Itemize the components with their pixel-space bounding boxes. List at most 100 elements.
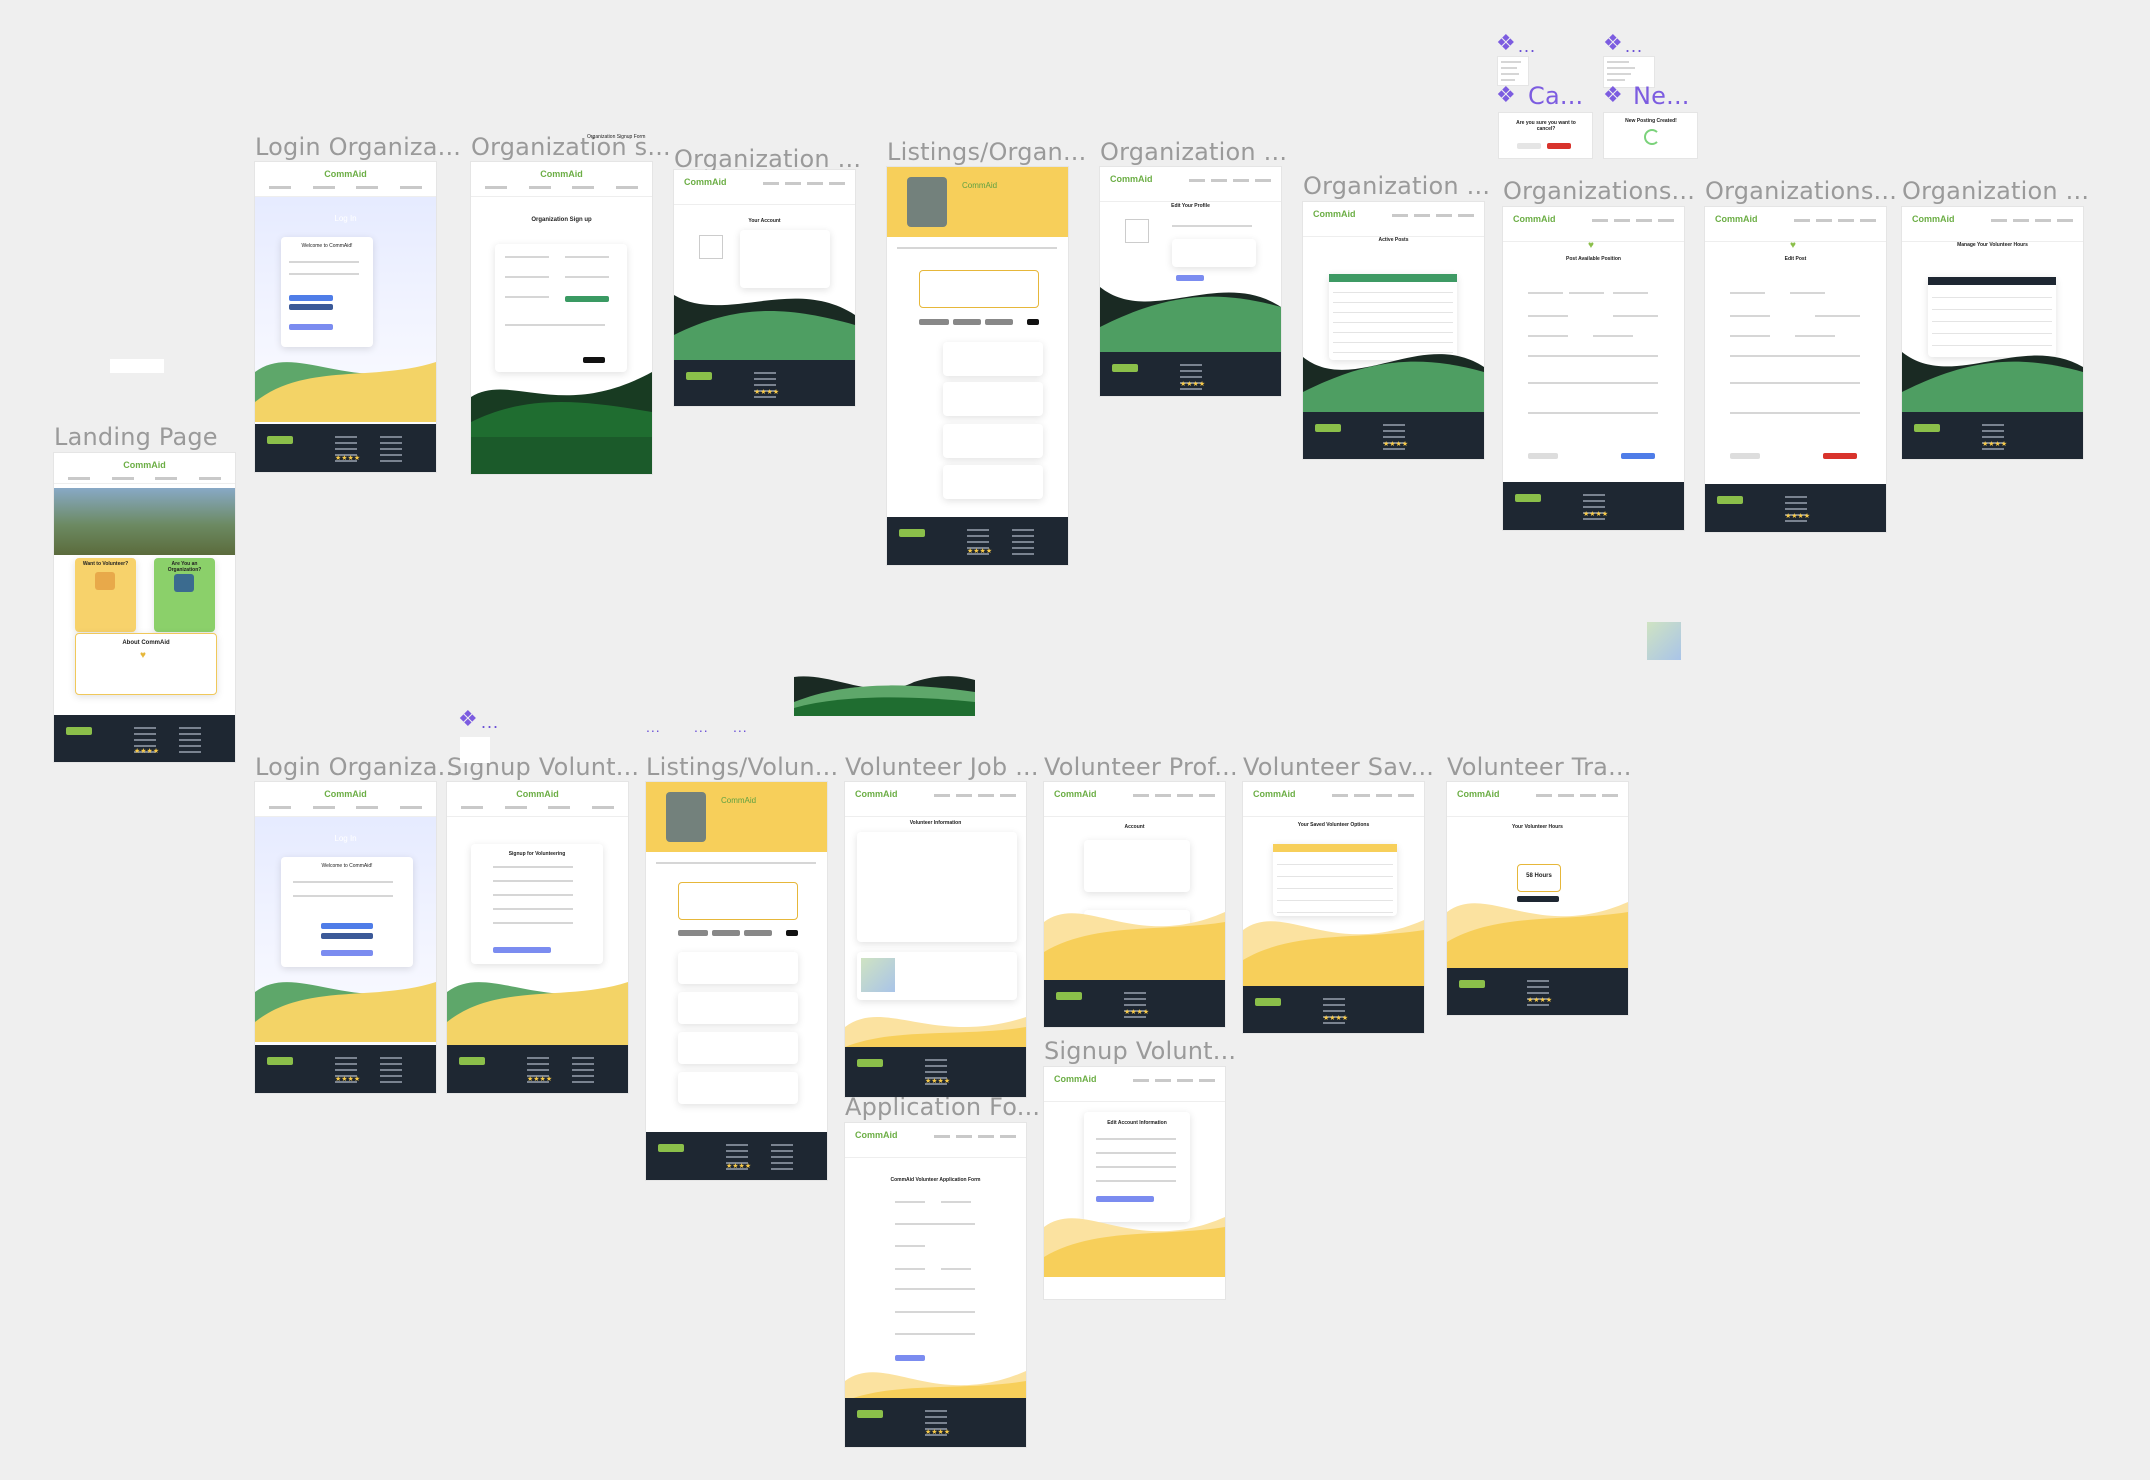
contact-card — [857, 952, 1017, 1000]
tracker-heading: Your Volunteer Hours — [1512, 824, 1563, 830]
frame-vol-profile[interactable]: CommAid Account ★★★★ — [1044, 782, 1225, 1027]
organization-card[interactable]: Are You an Organization? — [154, 558, 215, 632]
facebook-login-button[interactable] — [321, 933, 373, 939]
component-dots: ... — [481, 712, 500, 732]
about-card: About CommAid ♥ — [75, 633, 217, 695]
wave-bg — [674, 295, 855, 360]
delete-button[interactable] — [1823, 453, 1857, 459]
component-variant-list[interactable] — [460, 737, 490, 763]
post-button[interactable] — [1621, 453, 1655, 459]
component-variant-list[interactable] — [1498, 57, 1528, 85]
listing-item[interactable] — [678, 992, 798, 1024]
component-icon: ❖ — [1603, 82, 1623, 107]
wave-bg — [1447, 902, 1628, 970]
site-footer: ★★★★ — [1044, 980, 1225, 1027]
hero-photo — [54, 488, 235, 555]
facebook-login-button[interactable] — [289, 304, 333, 310]
wave-bg — [1243, 920, 1424, 990]
site-footer: ★★★★ — [845, 1398, 1026, 1447]
frame-landing[interactable]: CommAid Want to Volunteer? Are You an Or… — [54, 453, 235, 762]
volunteer-card[interactable]: Want to Volunteer? — [75, 558, 136, 632]
account-card — [740, 230, 830, 288]
frame-login-org-2[interactable]: CommAid Log In Welcome to CommAid! ★★★★ — [255, 782, 436, 1093]
listing-item[interactable] — [943, 382, 1043, 416]
frame-signup-vol[interactable]: CommAid Signup for Volunteering ★★★★ — [447, 782, 628, 1093]
component-title-cancel: Ca... — [1528, 82, 1584, 110]
frame-org-active-posts[interactable]: CommAid Active Posts ★★★★ — [1303, 202, 1484, 459]
cancel-button[interactable] — [1528, 453, 1558, 459]
frame-vol-job[interactable]: CommAid Volunteer Information ★★★★ — [845, 782, 1026, 1097]
frame-listings-org[interactable]: CommAid ★★★★ — [887, 167, 1068, 565]
volunteer-illustration — [95, 572, 115, 590]
signup-button[interactable] — [493, 947, 551, 953]
login-button[interactable] — [321, 950, 373, 956]
job-card — [857, 832, 1017, 942]
site-footer: ★★★★ — [54, 715, 235, 762]
frame-title-login-org: Login Organiza... — [255, 133, 462, 161]
map-thumbnail — [861, 958, 895, 992]
listings-banner: CommAid — [646, 782, 827, 852]
active-posts-heading: Active Posts — [1378, 237, 1409, 243]
google-login-button[interactable] — [321, 923, 373, 929]
org-signup-heading: Organization Sign up — [531, 217, 592, 223]
component-dots: ... — [646, 719, 661, 735]
listing-item[interactable] — [678, 1072, 798, 1104]
signup-card[interactable]: Signup for Volunteering — [471, 844, 603, 964]
frame-listings-vol[interactable]: CommAid ★★★★ — [646, 782, 827, 1180]
listing-item[interactable] — [678, 1032, 798, 1064]
frame-signup-vol-2[interactable]: CommAid Edit Account Information — [1044, 1067, 1225, 1299]
site-footer: ★★★★ — [1100, 352, 1281, 396]
cancel-dialog[interactable]: Are you sure you want to cancel? — [1499, 113, 1592, 158]
listing-item[interactable] — [943, 465, 1043, 499]
commaid-logo: CommAid — [324, 789, 367, 799]
star-icons: ★★★★ — [134, 748, 160, 755]
listing-item[interactable] — [943, 342, 1043, 376]
login-card[interactable]: Welcome to CommAid! — [281, 857, 413, 967]
post-position-heading: Post Available Position — [1566, 256, 1621, 262]
frame-title-org-manage-hours: Organization ... — [1902, 177, 2090, 205]
site-footer: ★★★★ — [1243, 986, 1424, 1033]
commaid-logo: CommAid — [540, 169, 583, 179]
frame-application[interactable]: CommAid CommAid Volunteer Application Fo… — [845, 1123, 1026, 1447]
commaid-logo: CommAid — [962, 181, 998, 190]
frame-org-signup[interactable]: CommAid Organization Sign up — [471, 162, 652, 474]
site-footer: ★★★★ — [255, 1045, 436, 1093]
login-welcome: Welcome to CommAid! — [321, 863, 373, 869]
site-footer: ★★★★ — [447, 1045, 628, 1093]
org-signup-card[interactable] — [495, 244, 627, 372]
commaid-logo: CommAid — [1253, 789, 1296, 799]
frame-vol-tracker[interactable]: CommAid Your Volunteer Hours 58 Hours ★★… — [1447, 782, 1628, 1015]
commaid-logo: CommAid — [855, 1130, 898, 1140]
account-heading: Your Account — [748, 218, 781, 224]
frame-org-manage-hours[interactable]: CommAid Manage Your Volunteer Hours ★★★★ — [1902, 207, 2083, 459]
frame-orgs-post[interactable]: CommAid ♥ Post Available Position ★★★★ — [1503, 207, 1684, 530]
org-signup-label: Organization Signup Form — [587, 134, 646, 140]
wave-bg — [1902, 352, 2083, 412]
login-button[interactable] — [289, 324, 333, 330]
cancel-button[interactable] — [1730, 453, 1760, 459]
profile-photo — [699, 235, 723, 259]
login-card[interactable]: Welcome to CommAid! — [281, 237, 373, 347]
frame-orgs-edit-post[interactable]: CommAid ♥ Edit Post ★★★★ — [1705, 207, 1886, 532]
new-posting-text: New Posting Created! — [1625, 118, 1677, 124]
new-posting-dialog[interactable]: New Posting Created! — [1604, 113, 1697, 158]
frame-org-account[interactable]: CommAid Your Account ★★★★ — [674, 170, 855, 406]
keep-button[interactable] — [1517, 143, 1541, 149]
listing-item[interactable] — [943, 424, 1043, 458]
commaid-logo: CommAid — [1313, 209, 1356, 219]
frame-title-listings-org: Listings/Organ... — [887, 138, 1087, 166]
listing-item[interactable] — [678, 952, 798, 984]
site-footer: ★★★★ — [887, 517, 1068, 565]
site-footer: ★★★★ — [255, 424, 436, 472]
description-field[interactable] — [1172, 239, 1256, 267]
cancel-confirm-button[interactable] — [1547, 143, 1571, 149]
frame-title-vol-saved: Volunteer Sav... — [1243, 753, 1435, 781]
frame-login-org[interactable]: CommAid Log In Welcome to CommAid! ★★★★ — [255, 162, 436, 472]
about-title: About CommAid — [122, 640, 170, 646]
frame-org-edit-profile[interactable]: CommAid Edit Your Profile ★★★★ — [1100, 167, 1281, 396]
frame-title-application: Application Fo... — [845, 1093, 1041, 1121]
google-login-button[interactable] — [289, 295, 333, 301]
category-select[interactable] — [565, 296, 609, 302]
commaid-logo: CommAid — [684, 177, 727, 187]
frame-vol-saved[interactable]: CommAid Your Saved Volunteer Options ★★★… — [1243, 782, 1424, 1033]
